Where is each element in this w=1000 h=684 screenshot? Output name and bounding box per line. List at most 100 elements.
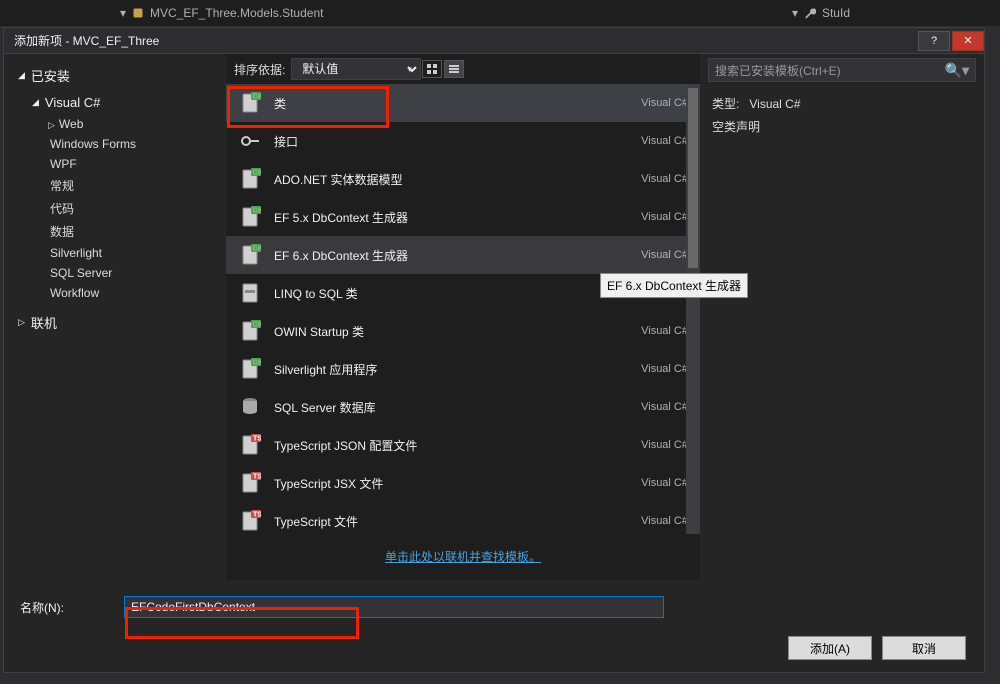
- expand-icon: ▷: [18, 317, 25, 328]
- template-icon: C#: [238, 167, 262, 191]
- tree-item[interactable]: WPF: [4, 154, 226, 174]
- scrollbar-thumb[interactable]: [688, 88, 698, 268]
- template-lang: Visual C#: [641, 97, 688, 109]
- category-tree: ◢ 已安装 ◢ Visual C# ▷WebWindows FormsWPF常规…: [4, 54, 226, 580]
- type-row: 类型: Visual C#: [708, 92, 976, 115]
- tree-item[interactable]: 代码: [4, 197, 226, 220]
- template-label: EF 5.x DbContext 生成器: [274, 209, 629, 226]
- template-icon: TS: [238, 471, 262, 495]
- online-section[interactable]: ▷ 联机: [4, 309, 226, 336]
- template-list[interactable]: C# 类 Visual C# 接口 Visual C# C# ADO.NET 实体数据模型 V…: [226, 84, 700, 534]
- template-label: ADO.NET 实体数据模型: [274, 171, 629, 188]
- template-icon: C#: [238, 205, 262, 229]
- scrollbar[interactable]: [686, 84, 700, 534]
- svg-text:C#: C#: [253, 94, 262, 101]
- template-lang: Visual C#: [641, 363, 688, 375]
- template-lang: Visual C#: [641, 249, 688, 261]
- name-input[interactable]: [124, 596, 664, 618]
- online-label: 联机: [31, 313, 57, 332]
- csharp-node[interactable]: ◢ Visual C#: [4, 91, 226, 114]
- collapse-icon: ◢: [32, 97, 39, 108]
- template-label: Silverlight 应用程序: [274, 361, 629, 378]
- svg-text:TS: TS: [253, 474, 261, 481]
- tree-item[interactable]: Windows Forms: [4, 134, 226, 154]
- tree-item[interactable]: SQL Server: [4, 263, 226, 283]
- template-label: TypeScript JSON 配置文件: [274, 437, 629, 454]
- dialog-titlebar[interactable]: 添加新项 - MVC_EF_Three ? ✕: [4, 28, 984, 54]
- template-label: LINQ to SQL 类: [274, 285, 629, 302]
- tree-item[interactable]: Workflow: [4, 283, 226, 303]
- template-item[interactable]: C# Silverlight 应用程序 Visual C#: [226, 350, 700, 388]
- template-icon: C#: [238, 357, 262, 381]
- sort-bar: 排序依据: 默认值 ▾: [226, 54, 700, 84]
- template-label: EF 6.x DbContext 生成器: [274, 247, 629, 264]
- close-button[interactable]: ✕: [952, 31, 984, 51]
- tree-item[interactable]: Silverlight: [4, 243, 226, 263]
- template-item[interactable]: SQL Server 数据库Visual C#: [226, 388, 700, 426]
- svg-text:TS: TS: [253, 512, 261, 519]
- template-item[interactable]: TS TypeScript JSON 配置文件 Visual C#: [226, 426, 700, 464]
- template-item[interactable]: C# EF 6.x DbContext 生成器 Visual C#: [226, 236, 700, 274]
- breadcrumb-right[interactable]: ▾ StuId: [792, 6, 990, 20]
- grid-icon: [426, 63, 438, 75]
- template-lang: Visual C#: [641, 325, 688, 337]
- list-icon: [448, 63, 460, 75]
- tree-item[interactable]: 数据: [4, 220, 226, 243]
- template-label: OWIN Startup 类: [274, 323, 629, 340]
- svg-text:C#: C#: [253, 360, 262, 367]
- template-icon: [238, 281, 262, 305]
- sort-select[interactable]: 默认值: [291, 58, 421, 80]
- template-item[interactable]: TSTypeScript JSX 文件Visual C#: [226, 464, 700, 502]
- name-row: 名称(N):: [4, 580, 984, 626]
- search-templates-input[interactable]: 搜索已安装模板(Ctrl+E) 🔍▾: [708, 58, 976, 82]
- wrench-icon: [804, 7, 816, 19]
- template-lang: Visual C#: [641, 439, 688, 451]
- template-icon: C#: [238, 319, 262, 343]
- template-icon: C#: [238, 243, 262, 267]
- add-new-item-dialog: 添加新项 - MVC_EF_Three ? ✕ ◢ 已安装 ◢ Visual C…: [3, 27, 985, 673]
- csharp-label: Visual C#: [45, 95, 100, 110]
- tree-item[interactable]: 常规: [4, 174, 226, 197]
- sort-label: 排序依据:: [234, 61, 285, 78]
- template-label: 类: [274, 95, 629, 112]
- template-item[interactable]: 接口 Visual C#: [226, 122, 700, 160]
- template-item[interactable]: C#ADO.NET 实体数据模型Visual C#: [226, 160, 700, 198]
- online-templates-link[interactable]: 单击此处以联机并查找模板。: [385, 550, 541, 564]
- svg-text:TS: TS: [253, 436, 261, 443]
- template-lang: Visual C#: [641, 477, 688, 489]
- svg-text:C#: C#: [253, 170, 262, 177]
- small-icons-view[interactable]: [444, 60, 464, 78]
- class-icon: [132, 7, 144, 19]
- template-item[interactable]: C# EF 5.x DbContext 生成器 Visual C#: [226, 198, 700, 236]
- template-label: 接口: [274, 133, 629, 150]
- template-item[interactable]: C# OWIN Startup 类 Visual C#: [226, 312, 700, 350]
- chevron-down-icon: ▾: [120, 6, 126, 20]
- breadcrumb-left[interactable]: ▾ MVC_EF_Three.Models.Student: [10, 6, 323, 20]
- template-lang: Visual C#: [641, 211, 688, 223]
- svg-text:C#: C#: [253, 246, 262, 253]
- dialog-button-row: 添加(A) 取消: [4, 626, 984, 672]
- online-templates-link-row: 单击此处以联机并查找模板。: [226, 534, 700, 580]
- help-button[interactable]: ?: [918, 31, 950, 51]
- template-label: SQL Server 数据库: [274, 399, 629, 416]
- template-lang: Visual C#: [641, 515, 688, 527]
- medium-icons-view[interactable]: [422, 60, 442, 78]
- template-icon: [238, 395, 262, 419]
- template-lang: Visual C#: [641, 135, 688, 147]
- template-icon: TS: [238, 433, 262, 457]
- add-button[interactable]: 添加(A): [788, 636, 872, 660]
- cancel-button[interactable]: 取消: [882, 636, 966, 660]
- dialog-title: 添加新项 - MVC_EF_Three: [14, 32, 159, 49]
- installed-section[interactable]: ◢ 已安装: [4, 60, 226, 91]
- tree-item[interactable]: ▷Web: [4, 114, 226, 134]
- description-panel: 搜索已安装模板(Ctrl+E) 🔍▾ 类型: Visual C# 空类声明: [700, 54, 984, 580]
- svg-text:C#: C#: [253, 322, 262, 329]
- description-text: 空类声明: [708, 115, 976, 138]
- template-icon: C#: [238, 91, 262, 115]
- ide-breadcrumb-bar: ▾ MVC_EF_Three.Models.Student ▾ StuId: [0, 0, 1000, 26]
- search-icon: 🔍▾: [945, 62, 969, 79]
- type-value: Visual C#: [749, 97, 800, 111]
- template-item[interactable]: TSTypeScript 文件Visual C#: [226, 502, 700, 534]
- template-item[interactable]: C# 类 Visual C#: [226, 84, 700, 122]
- search-placeholder: 搜索已安装模板(Ctrl+E): [715, 62, 841, 79]
